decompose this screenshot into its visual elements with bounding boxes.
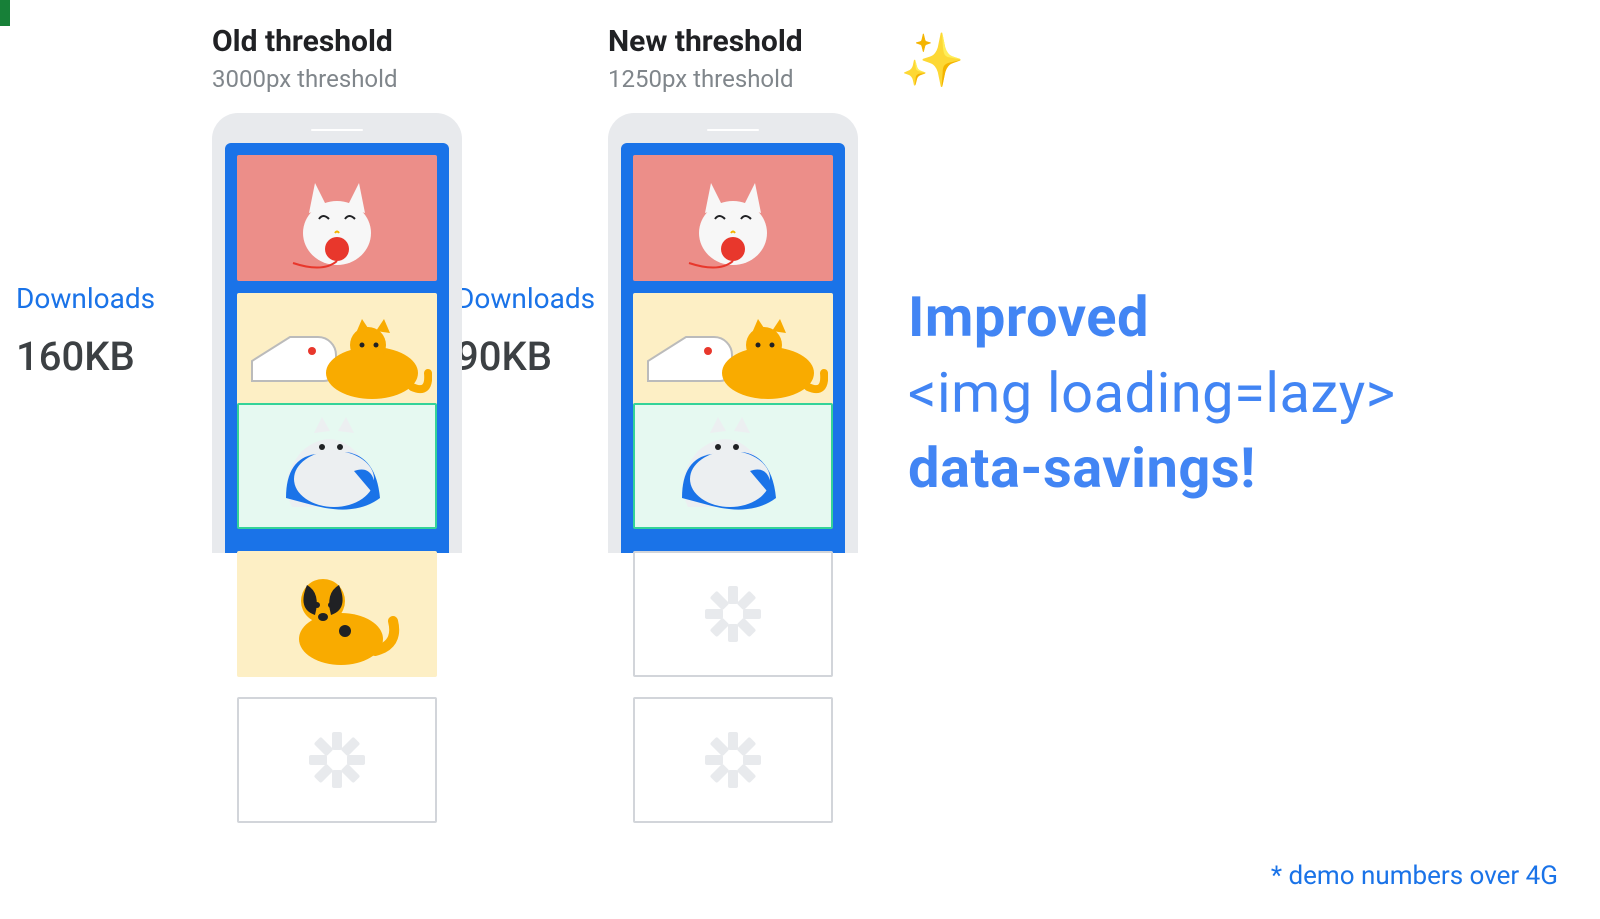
new-downloads: Downloads 90KB [456, 282, 596, 380]
old-downloads: Downloads 160KB [16, 282, 196, 380]
image-tile-cat-cape [633, 403, 833, 529]
accent-stripe [0, 0, 10, 26]
headline: Improved <img loading=lazy> data-savings… [908, 280, 1396, 507]
phone-speaker [311, 129, 363, 131]
image-tile-cat-sneaker [633, 293, 833, 419]
footnote: * demo numbers over 4G [1271, 861, 1558, 891]
crop-fade [0, 889, 1600, 919]
new-threshold-column: New threshold 1250px threshold [608, 24, 858, 823]
image-tile-placeholder [633, 551, 833, 677]
downloads-label: Downloads [16, 282, 196, 315]
spinner-icon [705, 732, 761, 788]
image-tile-placeholder [237, 697, 437, 823]
spinner-icon [309, 732, 365, 788]
phone-speaker [707, 129, 759, 131]
headline-line-3: data-savings! [908, 431, 1396, 507]
column-subtitle: 3000px threshold [212, 65, 397, 93]
headline-line-1: Improved [908, 280, 1396, 356]
downloads-value: 160KB [16, 333, 196, 380]
sparkle-icon: ✨ [900, 30, 965, 91]
spinner-icon [705, 586, 761, 642]
image-tile-dog [237, 551, 437, 677]
image-tile-cat-cape [237, 403, 437, 529]
image-tile-cat-sneaker [237, 293, 437, 419]
image-tile-cat-yarn [633, 155, 833, 281]
downloads-label: Downloads [456, 282, 596, 315]
column-title: New threshold [608, 24, 803, 59]
image-tile-placeholder [633, 697, 833, 823]
column-subtitle: 1250px threshold [608, 65, 793, 93]
image-tile-cat-yarn [237, 155, 437, 281]
column-title: Old threshold [212, 24, 393, 59]
headline-line-2: <img loading=lazy> [908, 356, 1396, 432]
downloads-value: 90KB [456, 333, 596, 380]
old-threshold-column: Old threshold 3000px threshold [212, 24, 462, 823]
